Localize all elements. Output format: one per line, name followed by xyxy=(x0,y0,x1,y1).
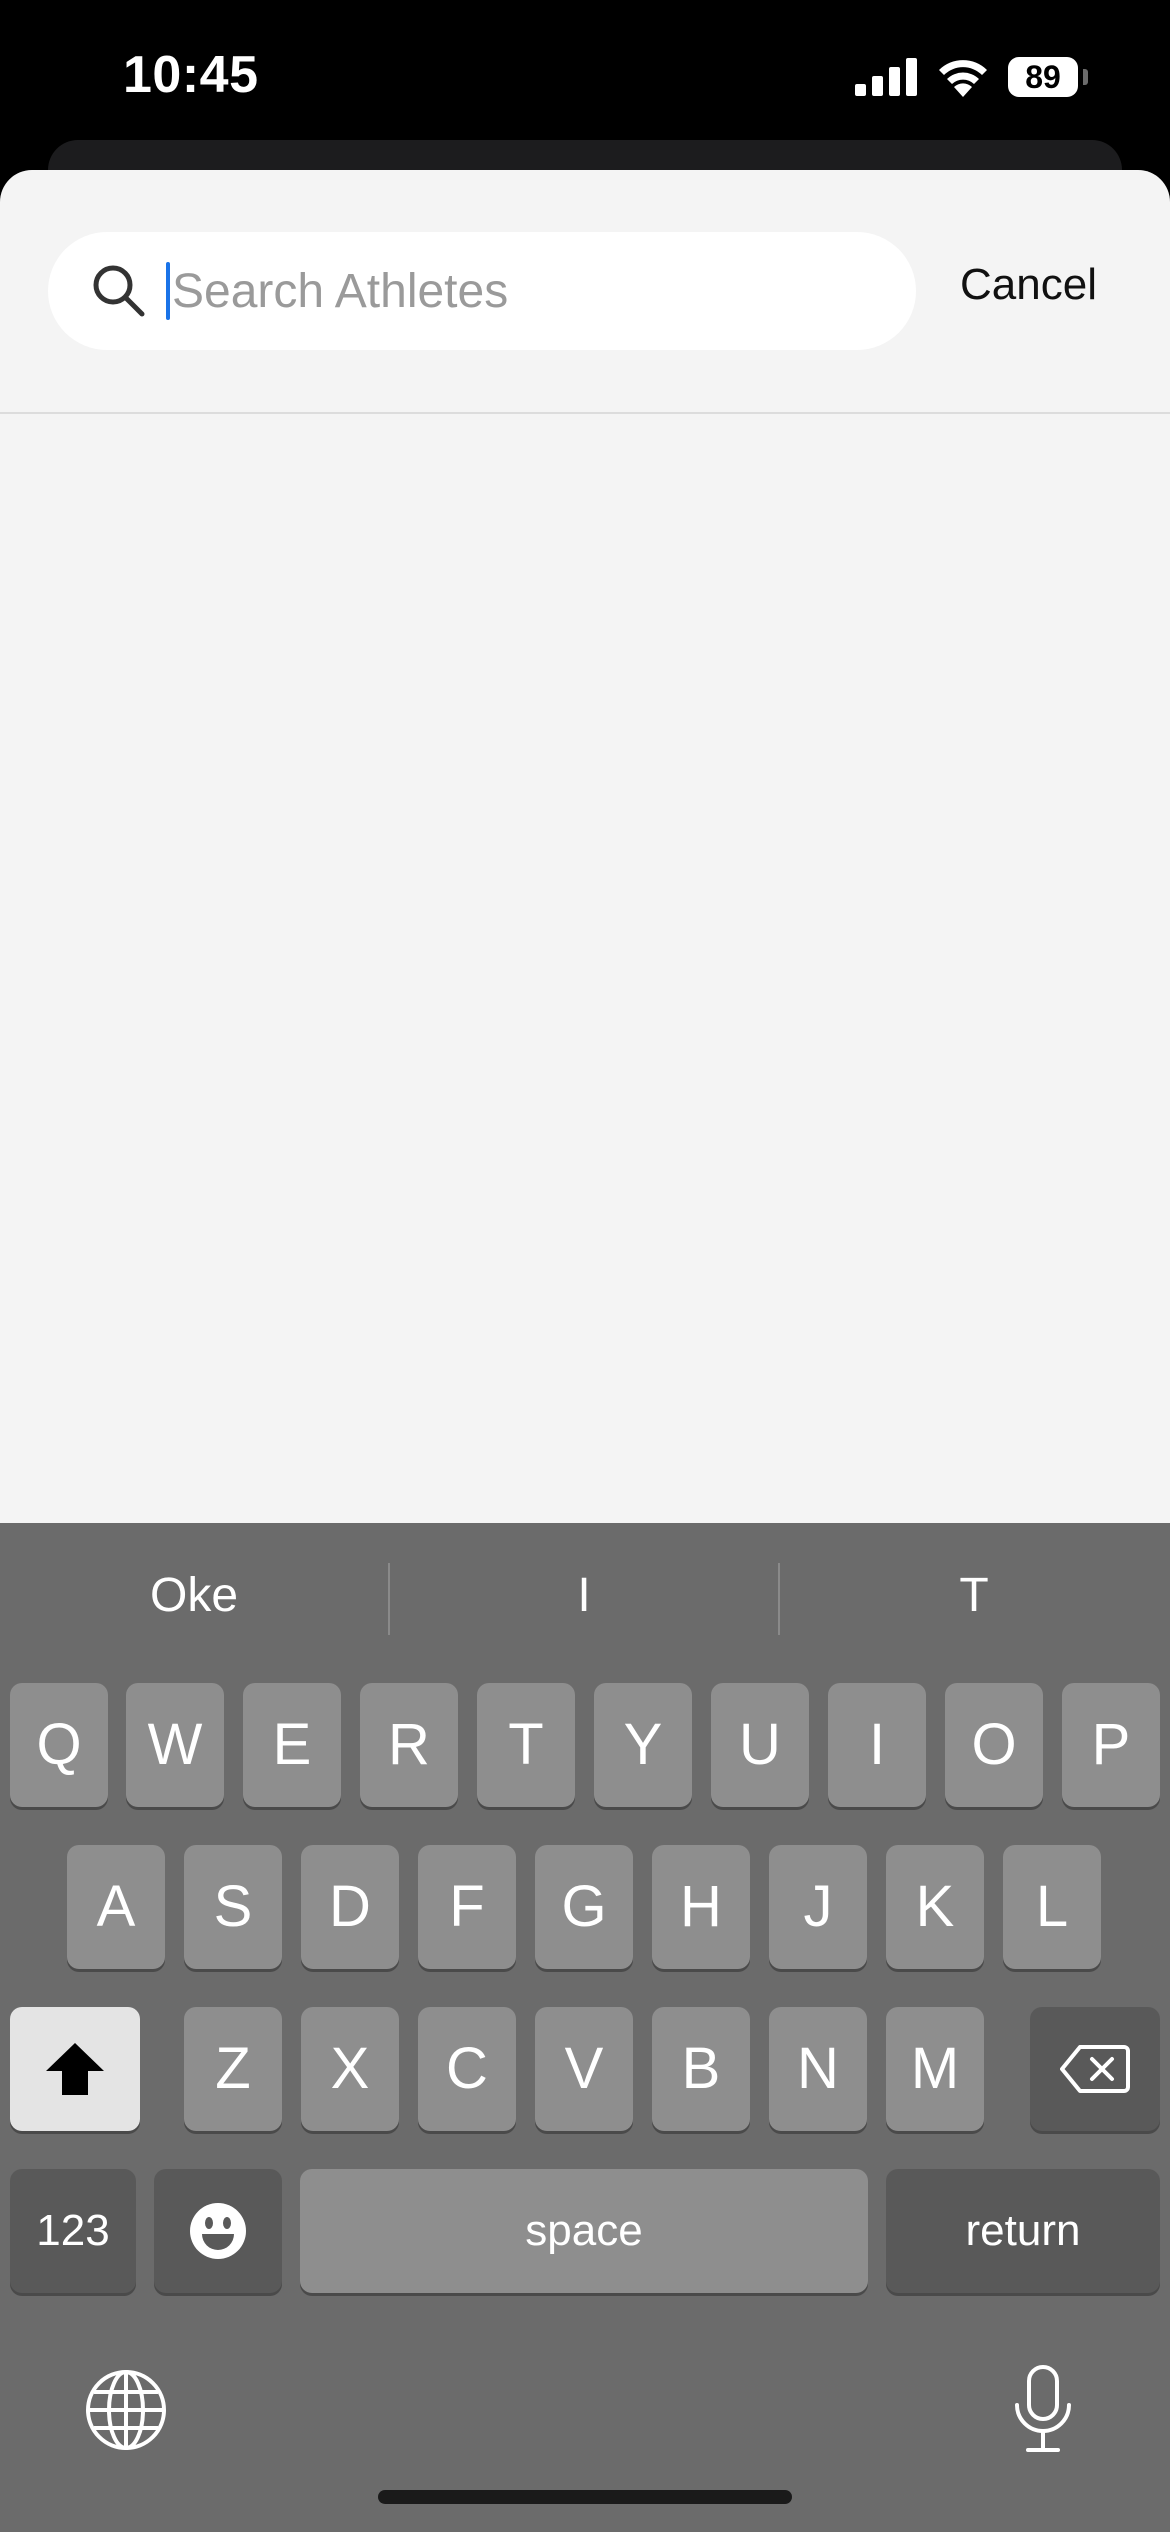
suggestion-2[interactable]: I xyxy=(390,1523,778,1668)
key-n[interactable]: N xyxy=(769,2007,867,2131)
search-input[interactable] xyxy=(172,232,872,350)
status-bar: 10:45 89 xyxy=(0,0,1170,150)
keyboard: Oke I T Q W E R T Y U I O P A S D F G H … xyxy=(0,1523,1170,2532)
key-w[interactable]: W xyxy=(126,1683,224,1807)
delete-key[interactable] xyxy=(1030,2007,1160,2131)
key-k[interactable]: K xyxy=(886,1845,984,1969)
key-o[interactable]: O xyxy=(945,1683,1043,1807)
battery-level: 89 xyxy=(1025,59,1061,95)
key-x[interactable]: X xyxy=(301,2007,399,2131)
key-b[interactable]: B xyxy=(652,2007,750,2131)
globe-icon[interactable] xyxy=(84,2368,168,2452)
key-d[interactable]: D xyxy=(301,1845,399,1969)
suggestion-3[interactable]: T xyxy=(780,1523,1168,1668)
suggestion-bar: Oke I T xyxy=(0,1523,1170,1668)
key-l[interactable]: L xyxy=(1003,1845,1101,1969)
shift-key[interactable] xyxy=(10,2007,140,2131)
key-v[interactable]: V xyxy=(535,2007,633,2131)
key-q[interactable]: Q xyxy=(10,1683,108,1807)
emoji-icon xyxy=(190,2203,246,2259)
return-key[interactable]: return xyxy=(886,2169,1160,2293)
shift-icon xyxy=(46,2043,104,2095)
key-p[interactable]: P xyxy=(1062,1683,1160,1807)
key-y[interactable]: Y xyxy=(594,1683,692,1807)
battery-cap xyxy=(1083,69,1088,85)
key-c[interactable]: C xyxy=(418,2007,516,2131)
cellular-signal-icon xyxy=(855,58,917,96)
space-key[interactable]: space xyxy=(300,2169,868,2293)
key-t[interactable]: T xyxy=(477,1683,575,1807)
battery-icon: 89 xyxy=(1008,57,1078,97)
home-indicator[interactable] xyxy=(378,2490,792,2504)
status-time: 10:45 xyxy=(123,46,259,104)
key-m[interactable]: M xyxy=(886,2007,984,2131)
key-j[interactable]: J xyxy=(769,1845,867,1969)
cancel-button[interactable]: Cancel xyxy=(960,260,1097,310)
search-icon xyxy=(93,265,145,317)
key-a[interactable]: A xyxy=(67,1845,165,1969)
emoji-key[interactable] xyxy=(154,2169,282,2293)
suggestion-1[interactable]: Oke xyxy=(0,1523,388,1668)
search-sheet: Cancel xyxy=(0,170,1170,1525)
delete-icon xyxy=(1060,2045,1130,2093)
key-z[interactable]: Z xyxy=(184,2007,282,2131)
text-caret xyxy=(166,262,170,320)
key-i[interactable]: I xyxy=(828,1683,926,1807)
microphone-icon[interactable] xyxy=(1008,2363,1078,2455)
key-h[interactable]: H xyxy=(652,1845,750,1969)
key-u[interactable]: U xyxy=(711,1683,809,1807)
key-s[interactable]: S xyxy=(184,1845,282,1969)
key-r[interactable]: R xyxy=(360,1683,458,1807)
divider xyxy=(0,412,1170,414)
key-e[interactable]: E xyxy=(243,1683,341,1807)
key-g[interactable]: G xyxy=(535,1845,633,1969)
numbers-key[interactable]: 123 xyxy=(10,2169,136,2293)
search-bar[interactable] xyxy=(48,232,916,350)
wifi-icon xyxy=(939,60,987,97)
key-f[interactable]: F xyxy=(418,1845,516,1969)
